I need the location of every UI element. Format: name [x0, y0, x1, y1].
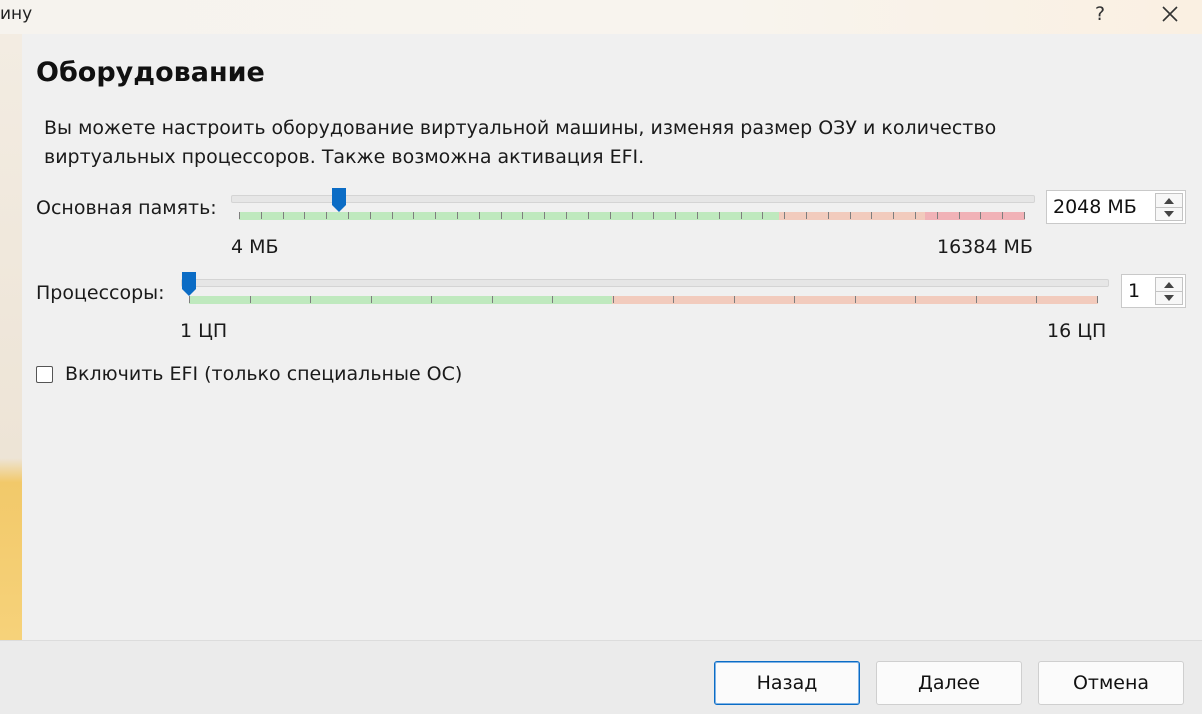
- memory-ticks: [239, 212, 1025, 219]
- slider-tick: [613, 296, 614, 303]
- back-button[interactable]: Назад: [714, 661, 860, 705]
- cancel-button[interactable]: Отмена: [1038, 661, 1184, 705]
- slider-tick: [673, 296, 674, 303]
- slider-tick: [762, 212, 763, 219]
- slider-tick: [552, 296, 553, 303]
- slider-tick: [304, 212, 305, 219]
- slider-tick: [784, 212, 785, 219]
- slider-tick: [1002, 212, 1003, 219]
- memory-slider-track[interactable]: [231, 195, 1035, 203]
- memory-value[interactable]: 2048 МБ: [1053, 196, 1137, 218]
- slider-tick: [980, 212, 981, 219]
- slider-tick: [828, 212, 829, 219]
- slider-tick: [501, 212, 502, 219]
- slider-tick: [348, 212, 349, 219]
- chevron-down-icon: [1164, 294, 1174, 301]
- efi-checkbox-label[interactable]: Включить EFI (только специальные ОС): [65, 363, 462, 385]
- slider-tick: [544, 212, 545, 219]
- cpu-slider-thumb[interactable]: [182, 272, 196, 296]
- slider-tick: [734, 296, 735, 303]
- memory-min-label: 4 МБ: [231, 236, 279, 258]
- cpu-max-label: 16 ЦП: [1047, 320, 1107, 342]
- slider-tick: [653, 212, 654, 219]
- slider-tick: [915, 296, 916, 303]
- memory-decrement-button[interactable]: [1156, 207, 1182, 220]
- slider-tick: [392, 212, 393, 219]
- slider-tick: [431, 296, 432, 303]
- chevron-down-icon: [1164, 210, 1174, 217]
- cpu-spinbox[interactable]: 1: [1121, 274, 1186, 308]
- slider-tick: [610, 212, 611, 219]
- slider-tick: [189, 296, 190, 303]
- slider-tick: [250, 296, 251, 303]
- wizard-side-panel: [0, 34, 23, 640]
- cpu-label: Процессоры:: [36, 282, 165, 304]
- next-button[interactable]: Далее: [876, 661, 1022, 705]
- slider-tick: [697, 212, 698, 219]
- window-title: ину: [0, 4, 33, 24]
- cpu-min-label: 1 ЦП: [180, 320, 228, 342]
- slider-tick: [806, 212, 807, 219]
- slider-tick: [893, 212, 894, 219]
- cpu-slider-track[interactable]: [181, 279, 1109, 287]
- slider-tick: [855, 296, 856, 303]
- slider-tick: [871, 212, 872, 219]
- slider-tick: [937, 212, 938, 219]
- slider-tick: [850, 212, 851, 219]
- slider-tick: [959, 212, 960, 219]
- slider-tick: [915, 212, 916, 219]
- slider-tick: [370, 212, 371, 219]
- slider-tick: [492, 296, 493, 303]
- slider-tick: [1024, 212, 1025, 219]
- slider-tick: [719, 212, 720, 219]
- help-button[interactable]: ?: [1084, 0, 1116, 28]
- slider-tick: [566, 212, 567, 219]
- close-button[interactable]: [1150, 0, 1190, 28]
- memory-label: Основная память:: [36, 197, 217, 219]
- memory-spinbox[interactable]: 2048 МБ: [1046, 190, 1186, 224]
- slider-tick: [741, 212, 742, 219]
- slider-tick: [479, 212, 480, 219]
- slider-tick: [435, 212, 436, 219]
- slider-tick: [261, 212, 262, 219]
- memory-max-label: 16384 МБ: [937, 236, 1033, 258]
- chevron-up-icon: [1164, 281, 1174, 288]
- cpu-increment-button[interactable]: [1156, 278, 1182, 292]
- memory-increment-button[interactable]: [1156, 194, 1182, 208]
- page-description: Вы можете настроить оборудование виртуал…: [44, 117, 997, 168]
- cpu-ticks: [189, 296, 1098, 303]
- slider-tick: [371, 296, 372, 303]
- slider-tick: [675, 212, 676, 219]
- cpu-value[interactable]: 1: [1128, 280, 1140, 302]
- slider-tick: [976, 296, 977, 303]
- cpu-decrement-button[interactable]: [1156, 291, 1182, 304]
- slider-tick: [326, 212, 327, 219]
- slider-tick: [1036, 296, 1037, 303]
- memory-spin-buttons: [1155, 193, 1183, 221]
- slider-tick: [457, 212, 458, 219]
- chevron-up-icon: [1164, 197, 1174, 204]
- memory-slider-thumb[interactable]: [332, 188, 346, 212]
- slider-tick: [310, 296, 311, 303]
- slider-tick: [413, 212, 414, 219]
- title-bar: ину ?: [0, 0, 1202, 34]
- page-title: Оборудование: [36, 57, 265, 88]
- efi-checkbox[interactable]: [36, 366, 53, 383]
- slider-tick: [794, 296, 795, 303]
- slider-tick: [1097, 296, 1098, 303]
- slider-tick: [588, 212, 589, 219]
- cpu-spin-buttons: [1155, 277, 1183, 305]
- close-icon: [1162, 6, 1178, 22]
- slider-tick: [283, 212, 284, 219]
- slider-tick: [632, 212, 633, 219]
- slider-tick: [239, 212, 240, 219]
- slider-tick: [522, 212, 523, 219]
